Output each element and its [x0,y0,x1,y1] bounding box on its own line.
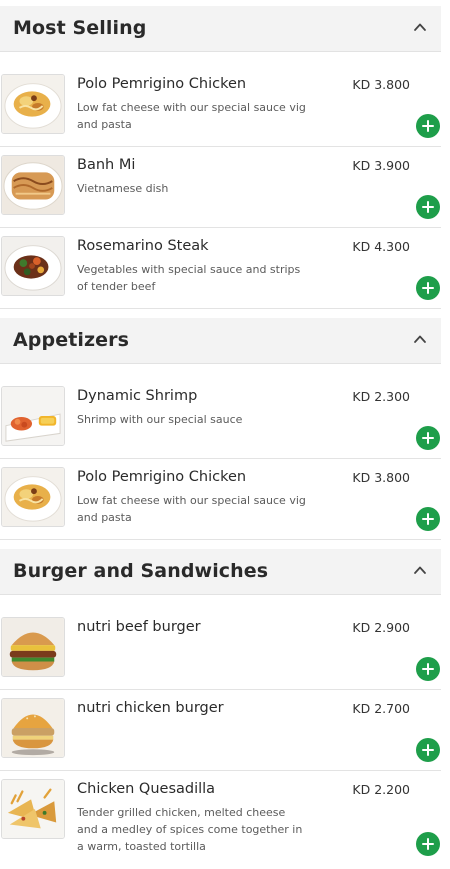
food-image [1,779,65,839]
menu-item[interactable]: Polo Pemrigino Chicken Low fat cheese wi… [0,459,441,540]
food-image [1,155,65,215]
item-description: Vietnamese dish [77,182,169,195]
add-to-cart-button[interactable] [416,276,440,300]
add-to-cart-button[interactable] [416,657,440,681]
food-image [1,236,65,296]
item-price: KD 2.900 [352,620,410,635]
menu-item[interactable]: Chicken Quesadilla Tender grilled chicke… [0,771,441,863]
item-name: Polo Pemrigino Chicken [77,469,247,485]
item-name: Dynamic Shrimp [77,388,198,404]
section-header-appetizers[interactable]: Appetizers [0,318,441,364]
chevron-up-icon[interactable] [413,332,427,346]
food-image [1,467,65,527]
food-image [1,386,65,446]
section-title: Appetizers [13,329,130,351]
item-name: Rosemarino Steak [77,238,209,254]
food-image [1,74,65,134]
item-name: nutri chicken burger [77,700,224,716]
add-to-cart-button[interactable] [416,507,440,531]
food-image [1,698,65,758]
item-description: Tender grilled chicken, melted cheese an… [77,806,303,853]
item-description: Shrimp with our special sauce [77,413,243,426]
item-description: Low fat cheese with our special sauce vi… [77,101,306,131]
menu-item[interactable]: Polo Pemrigino Chicken Low fat cheese wi… [0,66,441,147]
food-image [1,617,65,677]
item-description: Low fat cheese with our special sauce vi… [77,494,306,524]
add-to-cart-button[interactable] [416,832,440,856]
item-name: nutri beef burger [77,619,201,635]
item-price: KD 2.300 [352,389,410,404]
chevron-up-icon[interactable] [413,20,427,34]
menu-item[interactable]: Dynamic Shrimp Shrimp with our special s… [0,378,441,459]
menu-item[interactable]: nutri beef burger KD 2.900 [0,609,441,690]
item-name: Chicken Quesadilla [77,781,216,797]
section-header-most-selling[interactable]: Most Selling [0,6,441,52]
item-name: Polo Pemrigino Chicken [77,76,247,92]
item-description: Vegetables with special sauce and strips… [77,263,301,293]
chevron-up-icon[interactable] [413,563,427,577]
add-to-cart-button[interactable] [416,738,440,762]
item-price: KD 2.700 [352,701,410,716]
add-to-cart-button[interactable] [416,426,440,450]
add-to-cart-button[interactable] [416,195,440,219]
item-price: KD 3.800 [352,470,410,485]
menu-item[interactable]: Rosemarino Steak Vegetables with special… [0,228,441,309]
item-price: KD 4.300 [352,239,410,254]
section-title: Burger and Sandwiches [13,560,269,582]
item-price: KD 3.900 [352,158,410,173]
section-header-burger-and-sandwiches[interactable]: Burger and Sandwiches [0,549,441,595]
menu-item[interactable]: Banh Mi Vietnamese dish KD 3.900 [0,147,441,228]
add-to-cart-button[interactable] [416,114,440,138]
menu-item[interactable]: nutri chicken burger KD 2.700 [0,690,441,771]
section-title: Most Selling [13,17,147,39]
item-price: KD 3.800 [352,77,410,92]
item-price: KD 2.200 [352,782,410,797]
item-name: Banh Mi [77,157,136,173]
